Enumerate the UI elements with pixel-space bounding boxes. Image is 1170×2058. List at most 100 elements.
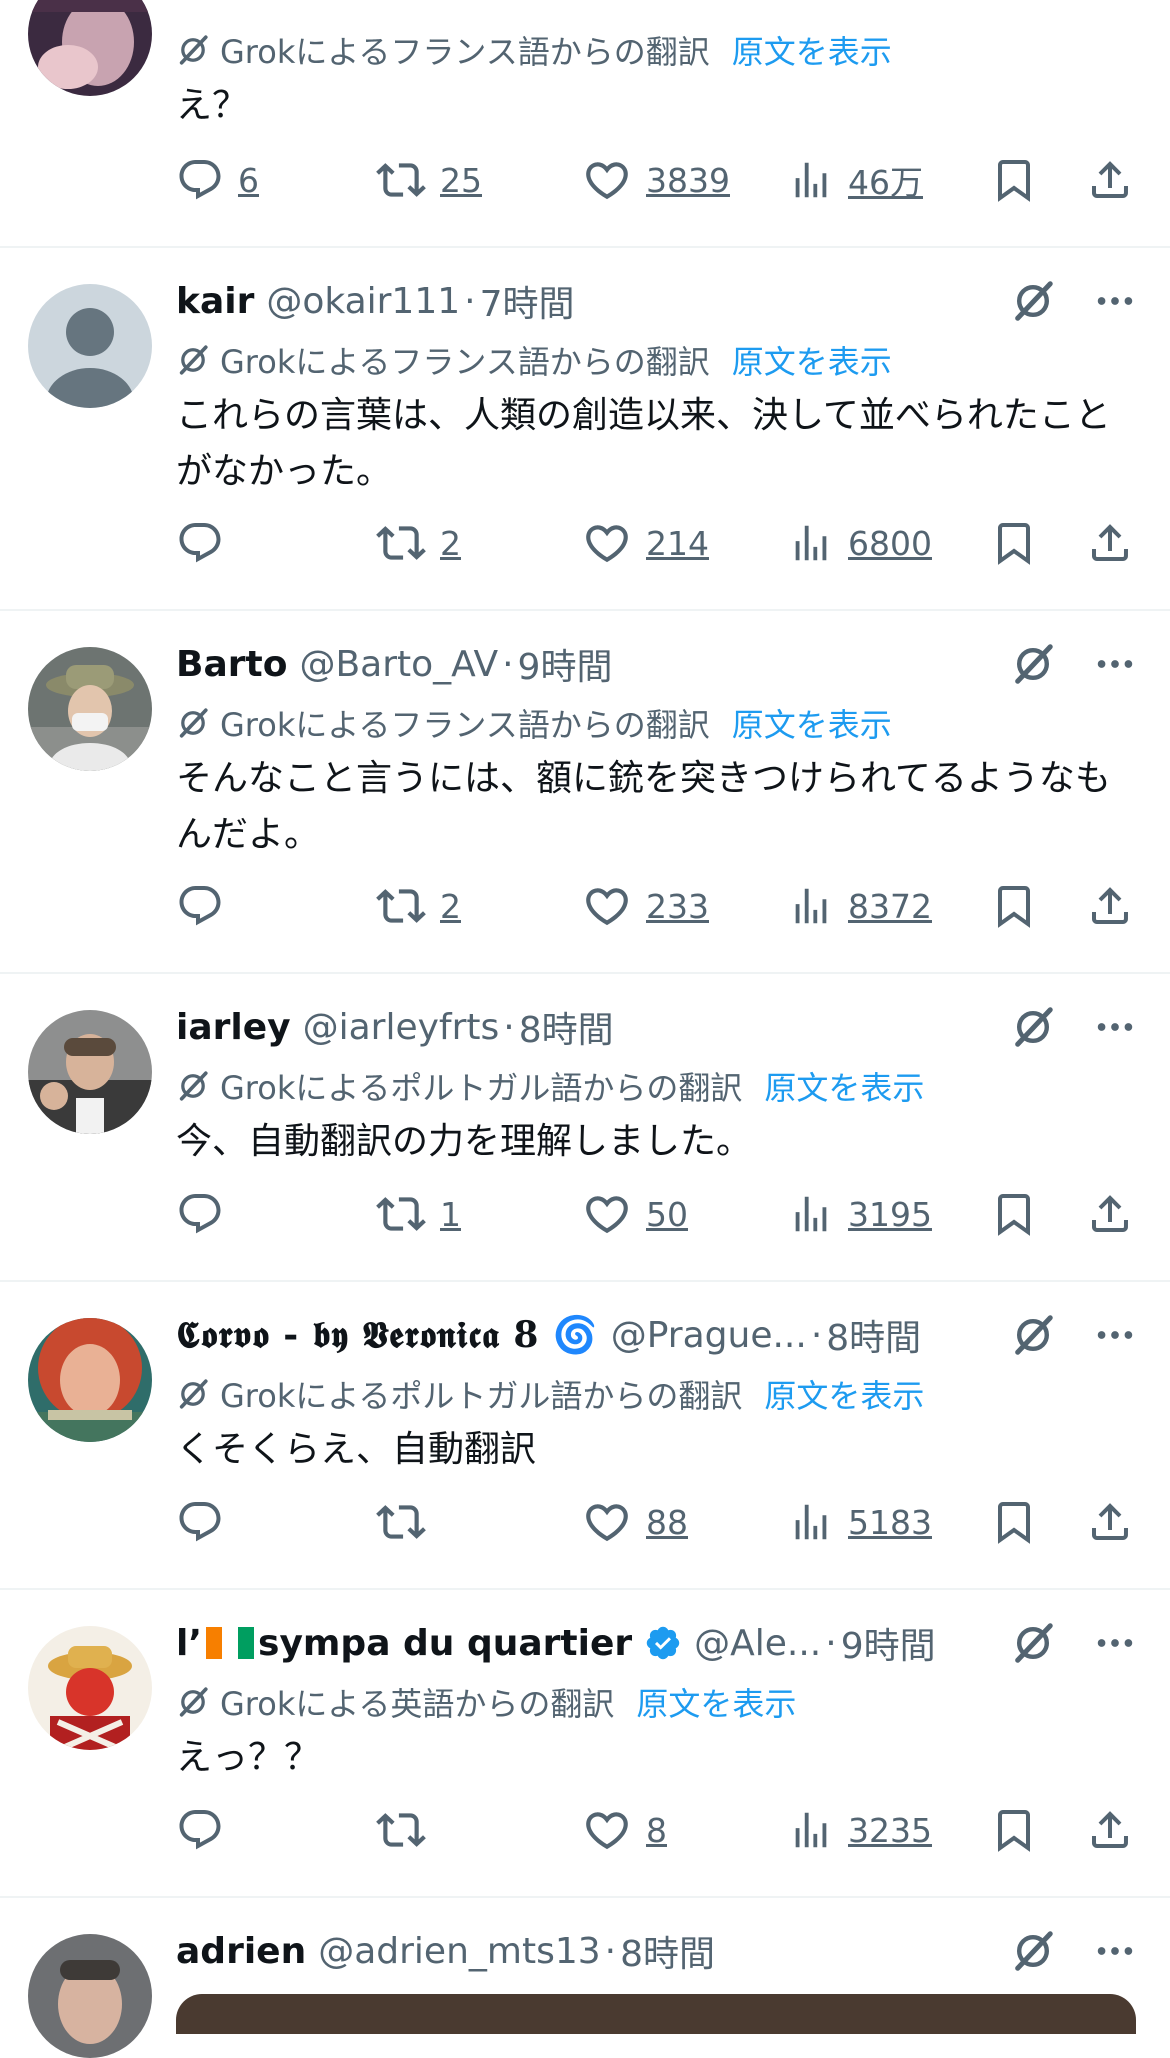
views-button[interactable]: 5183	[788, 1492, 932, 1552]
grok-icon[interactable]	[1008, 1310, 1058, 1360]
tweet-2[interactable]: Barto @Barto_AV · 9時間 Grokによるフランス語からの翻訳 …	[0, 611, 1170, 972]
reply-button[interactable]	[176, 513, 238, 573]
user-handle[interactable]: @Barto_AV	[299, 644, 498, 685]
bookmark-button[interactable]	[990, 513, 1038, 573]
display-name-prefix[interactable]: l’	[176, 1623, 202, 1664]
reply-count: 6	[238, 160, 259, 200]
bookmark-button[interactable]	[990, 876, 1038, 936]
tweet-text: えっ？？	[176, 1737, 321, 1778]
tweet-3[interactable]: iarley @iarleyfrts · 8時間 Grokによるポルトガル語から…	[0, 974, 1170, 1280]
reply-button[interactable]: 6	[176, 150, 259, 210]
like-button[interactable]: 88	[582, 1492, 688, 1552]
reply-button[interactable]	[176, 1800, 238, 1860]
timestamp[interactable]: 8時間	[620, 1925, 715, 1977]
views-button[interactable]: 3195	[788, 1184, 932, 1244]
share-button[interactable]	[1086, 513, 1134, 573]
display-name[interactable]: Barto	[176, 644, 287, 685]
grok-icon[interactable]	[1008, 1002, 1058, 1052]
bookmark-button[interactable]	[990, 1800, 1038, 1860]
views-icon	[788, 1499, 834, 1545]
more-icon[interactable]	[1084, 1926, 1146, 1976]
grok-icon[interactable]	[1008, 276, 1058, 326]
like-button[interactable]: 50	[582, 1184, 688, 1244]
bookmark-button[interactable]	[990, 150, 1038, 210]
like-button[interactable]: 3839	[582, 150, 730, 210]
bookmark-button[interactable]	[990, 1184, 1038, 1244]
timestamp[interactable]: 9時間	[841, 1617, 936, 1669]
display-name[interactable]: kair	[176, 281, 254, 322]
timestamp[interactable]: 9時間	[518, 638, 613, 690]
display-name[interactable]: adrien	[176, 1931, 306, 1972]
grok-icon[interactable]	[1008, 1926, 1058, 1976]
avatar[interactable]	[28, 284, 152, 408]
like-button[interactable]: 214	[582, 513, 709, 573]
retweet-button[interactable]: 2	[376, 513, 461, 573]
timestamp[interactable]: 7時間	[480, 275, 575, 327]
timestamp[interactable]: 8時間	[826, 1309, 921, 1361]
display-name[interactable]: sympa du quartier	[258, 1623, 632, 1664]
show-original-link[interactable]: 原文を表示	[732, 337, 892, 383]
tweet-header: iarley @iarleyfrts · 8時間	[176, 1002, 1110, 1052]
tweet-6[interactable]: adrien @adrien_mts13 · 8時間	[0, 1898, 1170, 2058]
user-handle[interactable]: @adrien_mts13	[318, 1931, 600, 1972]
tweet-0[interactable]: Grokによるフランス語からの翻訳 原文を表示 え？ 6 25 3839 46万	[0, 0, 1170, 246]
media-preview[interactable]	[176, 1994, 1136, 2034]
avatar[interactable]	[28, 1934, 152, 2058]
show-original-link[interactable]: 原文を表示	[732, 700, 892, 746]
retweet-button[interactable]: 25	[376, 150, 482, 210]
share-button[interactable]	[1086, 150, 1134, 210]
views-button[interactable]: 46万	[788, 150, 923, 210]
tweet-5[interactable]: l’ sympa du quartier @Ale... · 9時間 Grokに…	[0, 1590, 1170, 1896]
reply-button[interactable]	[176, 876, 238, 936]
translation-note: Grokによる英語からの翻訳 原文を表示	[176, 1680, 796, 1724]
bookmark-button[interactable]	[990, 1492, 1038, 1552]
like-button[interactable]: 8	[582, 1800, 667, 1860]
translation-note: Grokによるフランス語からの翻訳 原文を表示	[176, 28, 892, 72]
more-icon[interactable]	[1084, 1618, 1146, 1668]
share-icon	[1086, 1498, 1134, 1546]
timestamp[interactable]: 8時間	[519, 1001, 614, 1053]
more-icon[interactable]	[1084, 276, 1146, 326]
avatar[interactable]	[28, 1626, 152, 1750]
display-name[interactable]: iarley	[176, 1007, 291, 1048]
more-icon[interactable]	[1084, 1310, 1146, 1360]
avatar[interactable]	[28, 0, 152, 96]
avatar[interactable]	[28, 1318, 152, 1442]
share-button[interactable]	[1086, 1184, 1134, 1244]
user-handle[interactable]: @iarleyfrts	[303, 1007, 500, 1048]
show-original-link[interactable]: 原文を表示	[764, 1371, 924, 1417]
reply-button[interactable]	[176, 1492, 238, 1552]
views-button[interactable]: 3235	[788, 1800, 932, 1860]
retweet-button[interactable]: 1	[376, 1184, 461, 1244]
avatar[interactable]	[28, 1010, 152, 1134]
action-bar: 6 25 3839 46万	[176, 150, 1146, 210]
avatar[interactable]	[28, 647, 152, 771]
display-name[interactable]: 𝕮𝖔𝖗𝖛𝖔 - 𝖇𝖞 𝖁𝖊𝖗𝖔𝖓𝖎𝖈𝖆 8 🌀	[176, 1314, 599, 1357]
show-original-link[interactable]: 原文を表示	[764, 1063, 924, 1109]
share-button[interactable]	[1086, 1800, 1134, 1860]
show-original-link[interactable]: 原文を表示	[732, 27, 892, 73]
share-button[interactable]	[1086, 1492, 1134, 1552]
retweet-button[interactable]	[376, 1492, 440, 1552]
view-count: 6800	[848, 523, 932, 563]
views-button[interactable]: 6800	[788, 513, 932, 573]
more-icon[interactable]	[1084, 639, 1146, 689]
reply-button[interactable]	[176, 1184, 238, 1244]
like-button[interactable]: 233	[582, 876, 709, 936]
retweet-button[interactable]	[376, 1800, 440, 1860]
grok-icon[interactable]	[1008, 639, 1058, 689]
tweet-1[interactable]: kair @okair111 · 7時間 Grokによるフランス語からの翻訳 原…	[0, 248, 1170, 609]
user-handle[interactable]: @Prague...	[611, 1315, 807, 1356]
user-handle[interactable]: @okair111	[266, 281, 460, 322]
share-button[interactable]	[1086, 876, 1134, 936]
grok-icon	[176, 33, 210, 67]
share-icon	[1086, 519, 1134, 567]
more-icon[interactable]	[1084, 1002, 1146, 1052]
tweet-4[interactable]: 𝕮𝖔𝖗𝖛𝖔 - 𝖇𝖞 𝖁𝖊𝖗𝖔𝖓𝖎𝖈𝖆 8 🌀 @Prague... · 8時間…	[0, 1282, 1170, 1588]
user-handle[interactable]: @Ale...	[694, 1623, 821, 1664]
views-button[interactable]: 8372	[788, 876, 932, 936]
reply-icon	[176, 1498, 224, 1546]
show-original-link[interactable]: 原文を表示	[636, 1679, 796, 1725]
retweet-button[interactable]: 2	[376, 876, 461, 936]
grok-icon[interactable]	[1008, 1618, 1058, 1668]
